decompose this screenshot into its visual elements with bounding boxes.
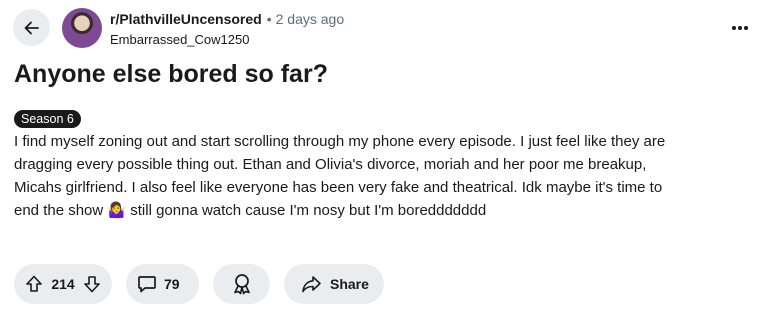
post-meta: r/PlathvilleUncensored • 2 days ago Emba… bbox=[110, 10, 344, 48]
comment-count: 79 bbox=[164, 276, 180, 292]
share-button[interactable]: Share bbox=[284, 264, 384, 304]
comment-bubble-icon bbox=[136, 273, 158, 295]
vote-control: 214 bbox=[14, 264, 112, 304]
back-button[interactable] bbox=[13, 9, 50, 46]
post-title: Anyone else bored so far? bbox=[14, 60, 328, 88]
arrow-up-icon[interactable] bbox=[24, 274, 44, 294]
ellipsis-icon bbox=[731, 25, 749, 31]
post-timestamp: 2 days ago bbox=[275, 11, 345, 27]
post-flair[interactable]: Season 6 bbox=[14, 110, 81, 128]
more-options-button[interactable] bbox=[726, 14, 754, 42]
arrow-down-icon[interactable] bbox=[82, 274, 102, 294]
subreddit-link[interactable]: r/PlathvilleUncensored bbox=[110, 10, 262, 28]
share-arrow-icon bbox=[300, 273, 322, 295]
share-label: Share bbox=[330, 276, 369, 292]
award-icon bbox=[230, 272, 254, 296]
meta-separator: • bbox=[266, 11, 272, 27]
subreddit-avatar[interactable] bbox=[62, 8, 102, 48]
post-body: I find myself zoning out and start scrol… bbox=[14, 133, 666, 219]
arrow-left-icon bbox=[22, 18, 42, 38]
post-actions: 214 79 Share bbox=[14, 264, 384, 304]
comments-button[interactable]: 79 bbox=[126, 264, 199, 304]
award-button[interactable] bbox=[213, 264, 270, 304]
vote-count: 214 bbox=[51, 276, 75, 292]
author-link[interactable]: Embarrassed_Cow1250 bbox=[110, 31, 344, 48]
